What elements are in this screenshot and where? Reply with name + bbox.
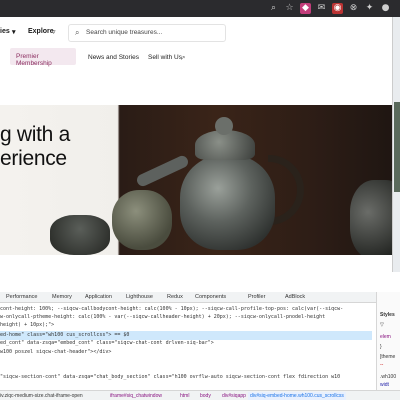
- side-window-strip: [392, 17, 400, 272]
- devtools-tab-profiler[interactable]: Profiler: [248, 294, 265, 300]
- page-content: [0, 272, 400, 292]
- breadcrumb-item[interactable]: body: [200, 393, 211, 399]
- profile-avatar[interactable]: ●: [380, 3, 391, 14]
- zoom-icon[interactable]: ⌕: [268, 3, 279, 14]
- code-line[interactable]: height) + 10px);">: [0, 321, 54, 330]
- devtools-tab-components[interactable]: Components: [195, 294, 226, 300]
- hero-image-pot: [112, 190, 172, 250]
- styles-rule: --: [380, 362, 384, 368]
- devtools-tab-memory[interactable]: Memory: [52, 294, 72, 300]
- hero-heading-line1: g with a: [0, 123, 70, 146]
- filter-icon[interactable]: ▽: [380, 322, 384, 328]
- extension-icon[interactable]: ✉: [316, 3, 327, 14]
- styles-rule: elem: [380, 334, 391, 340]
- external-link-icon: ↗: [180, 55, 186, 62]
- chevron-down-icon[interactable]: ▾: [12, 28, 16, 36]
- breadcrumb-item[interactable]: iframe#siq_chatwindow: [110, 393, 162, 399]
- extension-icon[interactable]: ◆: [300, 3, 311, 14]
- code-line[interactable]: ed_cont" data-zsqa="embed_cont" class="s…: [0, 339, 214, 348]
- premier-membership-link[interactable]: Premier Membership: [10, 48, 76, 67]
- page-content: [0, 255, 392, 272]
- search-input[interactable]: ⌕ Search unique treasures...: [68, 24, 226, 42]
- breadcrumb-item-active[interactable]: div#siq-embed-home.wh100.cus_scrollcss: [248, 392, 346, 400]
- hero-image-teapot-knob: [215, 117, 233, 135]
- sell-with-us-link[interactable]: Sell with Us: [148, 54, 182, 61]
- chevron-down-icon[interactable]: ▿: [52, 28, 56, 36]
- search-placeholder: Search unique treasures...: [86, 29, 163, 36]
- extension-icon[interactable]: ◉: [332, 3, 343, 14]
- browser-toolbar: ⌕ ☆ ◆ ✉ ◉ ⊗ ✦ ●: [0, 0, 400, 17]
- devtools-styles-pane: Styles ▽ elem } [theme -- .wh100 widt: [376, 292, 400, 390]
- search-icon: ⌕: [75, 28, 80, 37]
- devtools-tab-performance[interactable]: Performance: [6, 294, 38, 300]
- premier-membership-label: Premier Membership: [16, 53, 52, 67]
- devtools-elements-tree: cont-height: 100%; --siqcw-callbodycont-…: [0, 303, 372, 390]
- hero-image-pot: [350, 180, 392, 255]
- hero-image-teapot: [180, 155, 275, 250]
- breadcrumb-item[interactable]: iv.ziqc-medium-size.chat-iframe-open: [0, 393, 83, 399]
- devtools-breadcrumb: iv.ziqc-medium-size.chat-iframe-open ifr…: [0, 390, 400, 400]
- styles-rule: [theme: [380, 354, 396, 360]
- nav-item-explore[interactable]: Explore: [28, 28, 54, 35]
- hero-spacer: [0, 69, 392, 105]
- devtools-tab-redux[interactable]: Redux: [167, 294, 183, 300]
- tab-styles[interactable]: Styles: [380, 312, 395, 318]
- hero-banner: g with a erience: [0, 105, 392, 255]
- nav-item-categories[interactable]: ies: [0, 28, 10, 35]
- devtools-tab-lighthouse[interactable]: Lighthouse: [126, 294, 153, 300]
- code-line[interactable]: w100 poszel siqcw-chat-header"></div>: [0, 348, 111, 357]
- devtools-tab-adblock[interactable]: AdBlock: [285, 294, 305, 300]
- hero-heading-line2: erience: [0, 147, 67, 170]
- puzzle-icon[interactable]: ✦: [364, 3, 375, 14]
- breadcrumb-item[interactable]: html: [180, 393, 189, 399]
- breadcrumb-item[interactable]: div#siqapp: [222, 393, 246, 399]
- styles-rule: widt: [380, 382, 389, 388]
- hero-image-pot: [50, 215, 110, 255]
- styles-rule: .wh100: [380, 374, 397, 380]
- news-and-stories-link[interactable]: News and Stories: [88, 54, 139, 61]
- bookmark-star-icon[interactable]: ☆: [284, 3, 295, 14]
- extension-icon[interactable]: ⊗: [348, 3, 359, 14]
- code-line[interactable]: "siqcw-section-cont" data-zsqa="chat_bod…: [0, 373, 340, 382]
- styles-rule: }: [380, 344, 382, 350]
- devtools-tabbar: Performance Memory Application Lighthous…: [0, 292, 376, 303]
- devtools-tab-application[interactable]: Application: [85, 294, 112, 300]
